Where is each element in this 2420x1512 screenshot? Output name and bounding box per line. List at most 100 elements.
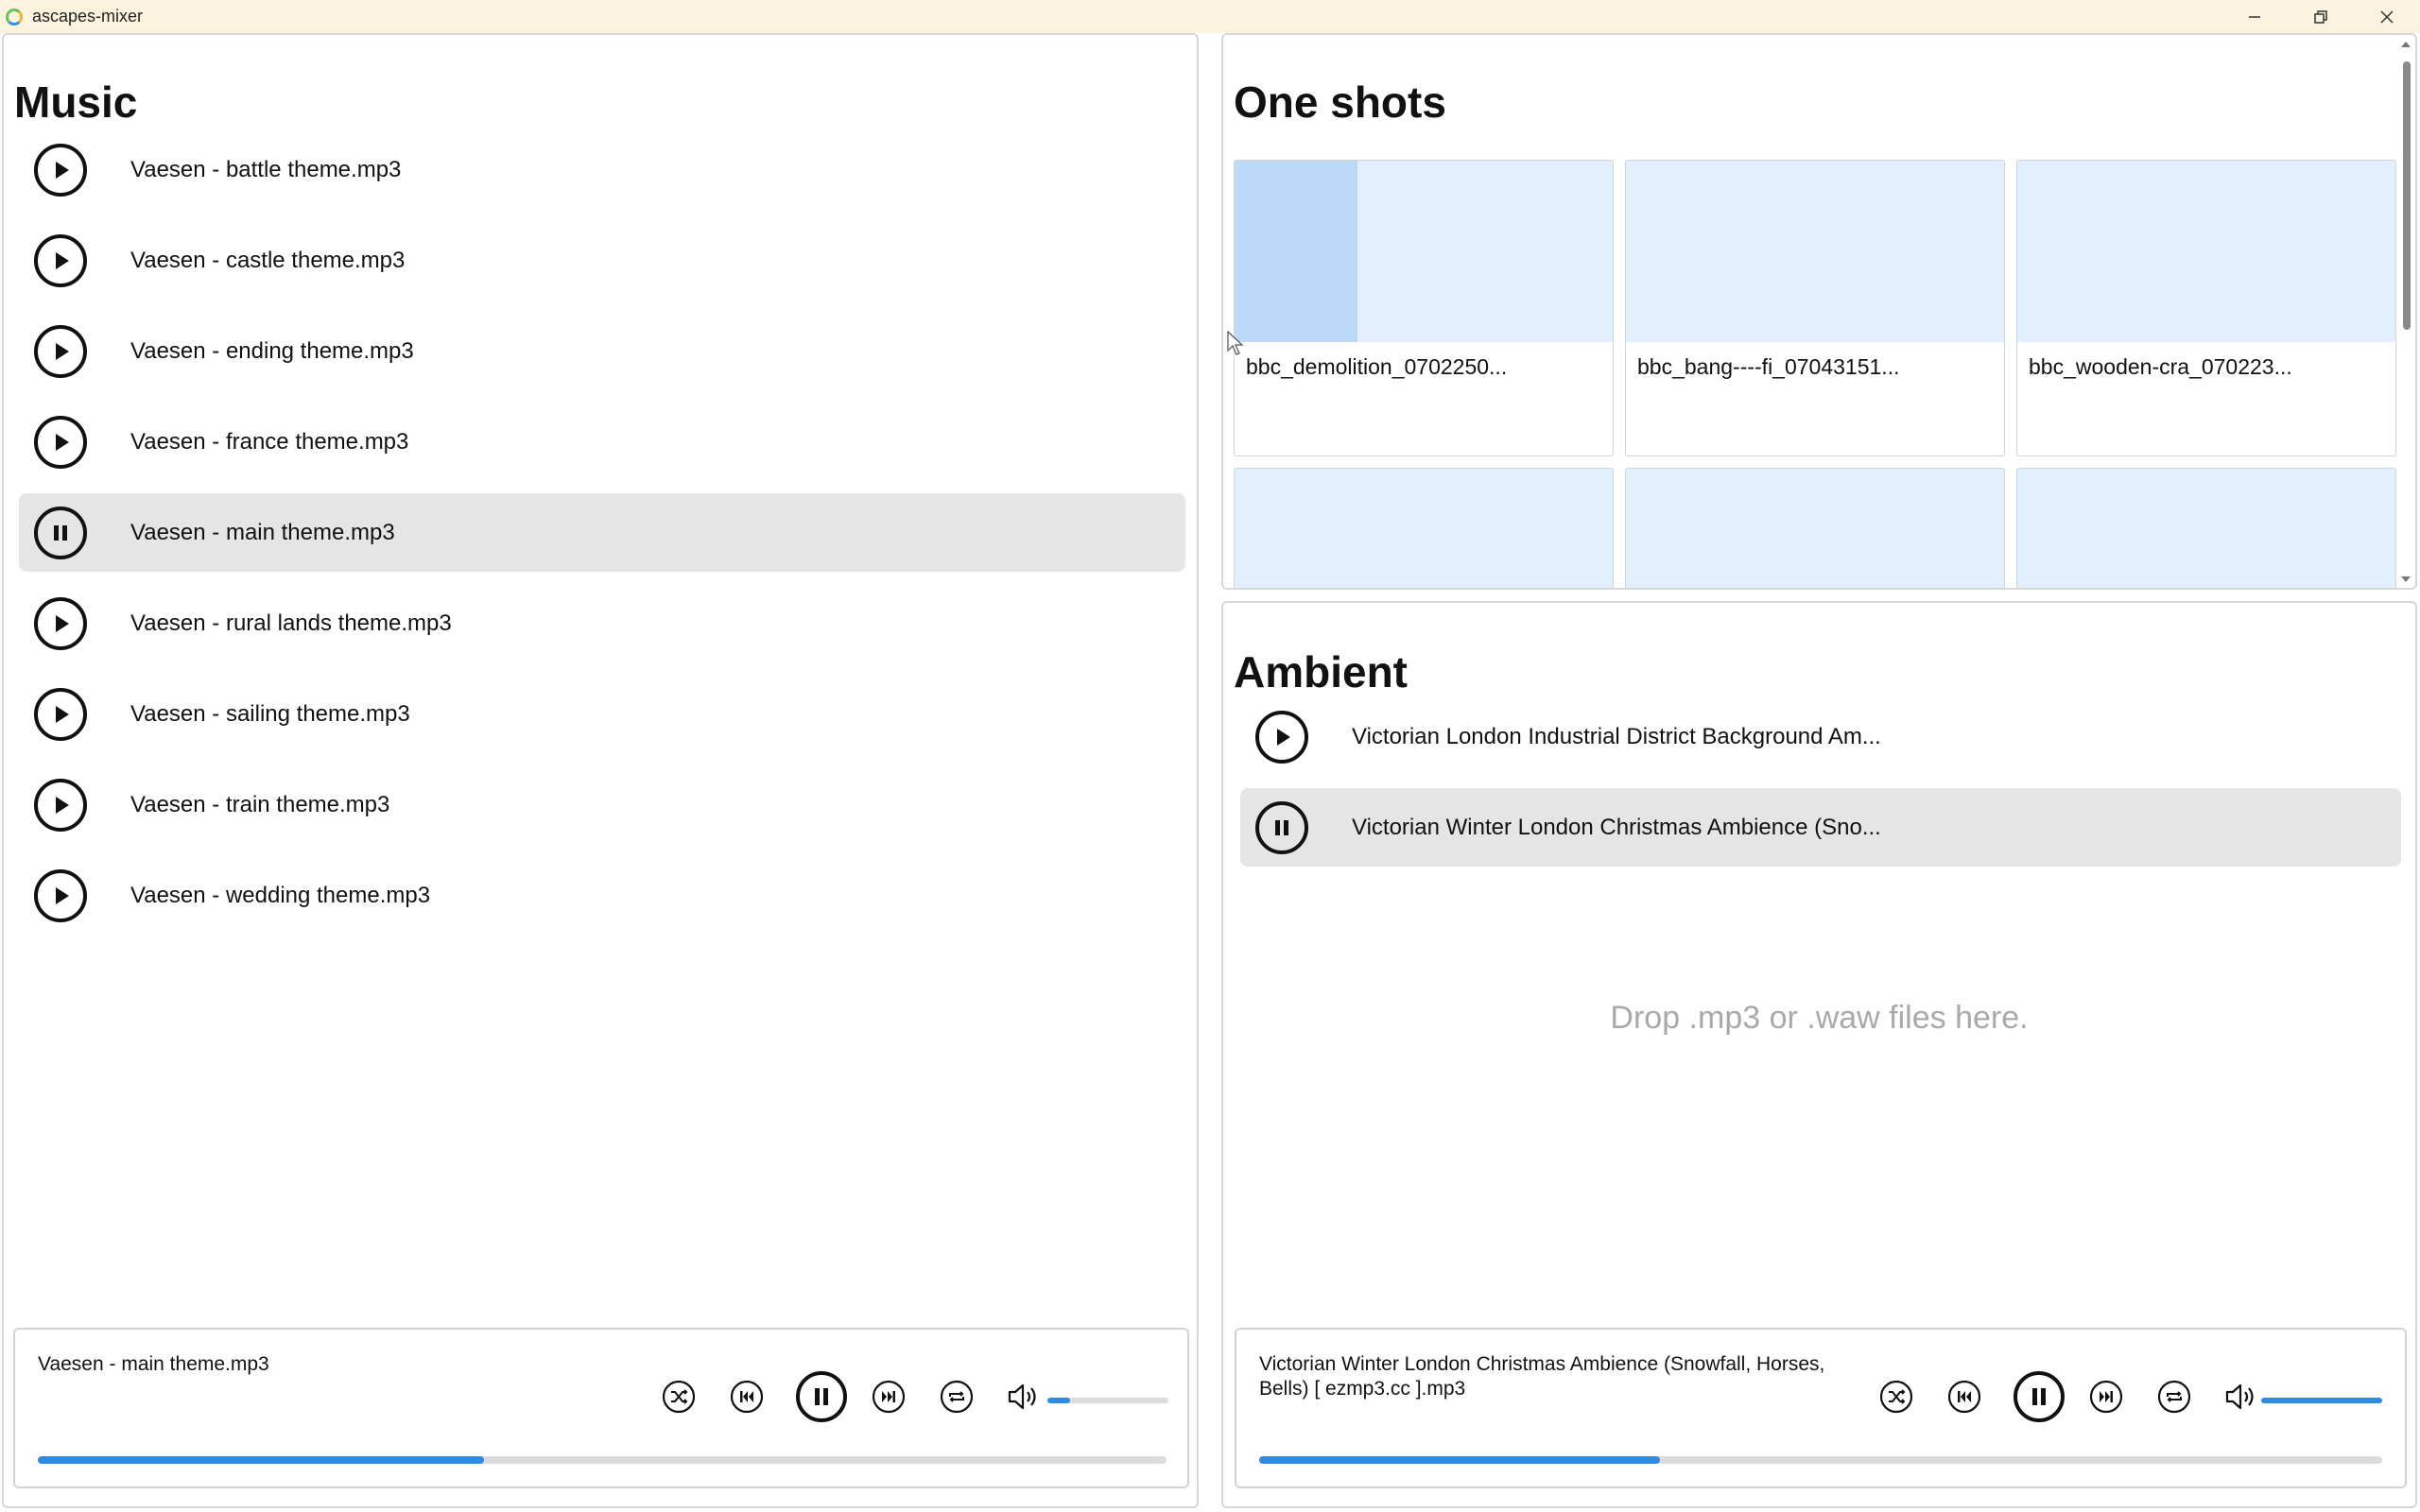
ambient-seek-bar[interactable] [1259,1456,2382,1464]
oneshot-tile[interactable] [1625,468,2005,588]
music-track-row[interactable]: Vaesen - train theme.mp3 [19,765,1185,844]
music-track-row[interactable]: Vaesen - ending theme.mp3 [19,312,1185,390]
play-icon [56,886,69,904]
minimize-button[interactable] [2221,0,2288,33]
oneshots-heading: One shots [1234,77,1446,127]
skip-previous-icon [1947,1380,1981,1414]
music-track-row[interactable]: Vaesen - castle theme.mp3 [19,221,1185,300]
oneshot-tile[interactable]: bbc_bang----fi_07043151... [1625,160,2005,456]
repeat-icon [940,1380,974,1414]
close-window-button[interactable] [2354,0,2420,33]
skip-previous-icon [730,1380,764,1414]
oneshot-tile-waveform [1235,469,1613,588]
music-track-label: Vaesen - wedding theme.mp3 [130,882,431,908]
oneshots-scrollbar[interactable] [2398,39,2413,585]
ambient-play-pause-button[interactable] [2014,1371,2065,1422]
volume-icon [2225,1383,2254,1410]
play-icon [56,251,69,269]
restore-button[interactable] [2288,0,2354,33]
oneshot-tile-waveform [1626,161,2004,342]
app-logo-icon [6,8,23,26]
ambient-player-controls [1877,1371,2261,1422]
skip-next-icon [872,1380,906,1414]
music-play-pause-button[interactable] [796,1371,847,1422]
music-track-row[interactable]: Vaesen - sailing theme.mp3 [19,675,1185,753]
mute-button[interactable] [1006,1378,1044,1416]
close-icon [2380,9,2394,24]
play-icon [56,796,69,814]
shuffle-icon [1879,1380,1913,1414]
restore-icon [2314,9,2327,24]
music-player-controls [660,1371,1044,1422]
music-seek-bar[interactable] [38,1456,1167,1464]
oneshot-tile-waveform [1235,161,1613,342]
play-icon [1277,728,1290,746]
oneshots-panel: One shots bbc_demolition_0702250... bbc_b… [1221,33,2417,590]
music-panel: Music Vaesen - battle theme.mp3 Vaesen - … [2,33,1199,1508]
music-heading: Music [14,77,138,127]
music-track-pause-button[interactable] [34,506,87,559]
music-track-play-button[interactable] [34,415,87,469]
drop-files-hint: Drop .mp3 or .waw files here. [1610,1000,2029,1036]
music-track-row[interactable]: Vaesen - france theme.mp3 [19,403,1185,481]
previous-button[interactable] [1945,1378,1983,1416]
mute-button[interactable] [2223,1378,2261,1416]
music-playback-progress [38,1456,484,1464]
pause-icon [815,1388,828,1405]
oneshot-tile[interactable] [1234,468,1614,588]
next-button[interactable] [870,1378,908,1416]
ambient-volume-slider[interactable] [2261,1398,2382,1403]
music-track-play-button[interactable] [34,778,87,832]
music-track-label: Vaesen - castle theme.mp3 [130,247,406,273]
music-track-row[interactable]: Vaesen - battle theme.mp3 [19,130,1185,209]
music-track-row[interactable]: Vaesen - rural lands theme.mp3 [19,584,1185,662]
music-volume-slider[interactable] [1047,1398,1168,1403]
music-volume-level [1047,1398,1071,1403]
ambient-panel: Ambient Victorian London Industrial Dist… [1221,601,2417,1508]
oneshot-tile[interactable]: bbc_demolition_0702250... [1234,160,1614,456]
next-button[interactable] [2087,1378,2125,1416]
play-icon [56,433,69,451]
music-track-label: Vaesen - main theme.mp3 [130,519,395,545]
pause-icon [1275,819,1288,835]
shuffle-icon [662,1380,696,1414]
music-track-play-button[interactable] [34,868,87,922]
pause-icon [2032,1388,2046,1405]
play-icon [56,161,69,179]
previous-button[interactable] [728,1378,766,1416]
oneshot-tile-progress [1235,161,1357,342]
repeat-button[interactable] [938,1378,976,1416]
music-track-play-button[interactable] [34,596,87,650]
oneshot-tile-label: bbc_wooden-cra_070223... [2029,354,2292,379]
music-track-play-button[interactable] [34,687,87,741]
repeat-button[interactable] [2155,1378,2193,1416]
music-track-label: Vaesen - ending theme.mp3 [130,337,414,364]
oneshot-tile[interactable]: bbc_wooden-cra_070223... [2016,160,2396,456]
oneshot-tile-label: bbc_demolition_0702250... [1246,354,1508,379]
play-icon [56,705,69,723]
music-track-row[interactable]: Vaesen - wedding theme.mp3 [19,856,1185,935]
shuffle-button[interactable] [1877,1378,1915,1416]
scrollbar-thumb[interactable] [2403,61,2411,330]
mouse-cursor-icon [1227,331,1244,355]
music-track-label: Vaesen - france theme.mp3 [130,428,409,455]
ambient-playback-progress [1259,1456,1661,1464]
oneshot-tile[interactable] [2016,468,2396,588]
music-player: Vaesen - main theme.mp3 [13,1328,1189,1488]
shuffle-button[interactable] [660,1378,698,1416]
ambient-track-play-button[interactable] [1255,710,1308,764]
scroll-up-icon [2401,42,2411,47]
music-track-play-button[interactable] [34,324,87,378]
music-track-play-button[interactable] [34,143,87,197]
ambient-track-pause-button[interactable] [1255,800,1308,854]
pause-icon [54,524,67,541]
music-track-play-button[interactable] [34,233,87,287]
ambient-track-row[interactable]: Victorian London Industrial District Bac… [1240,697,2401,776]
ambient-track-row[interactable]: Victorian Winter London Christmas Ambien… [1240,788,2401,867]
title-bar: ascapes-mixer [0,0,2420,33]
repeat-icon [2157,1380,2191,1414]
ambient-track-label: Victorian Winter London Christmas Ambien… [1352,814,1881,840]
music-track-row[interactable]: Vaesen - main theme.mp3 [19,493,1185,572]
music-track-label: Vaesen - rural lands theme.mp3 [130,610,452,636]
play-icon [56,342,69,360]
